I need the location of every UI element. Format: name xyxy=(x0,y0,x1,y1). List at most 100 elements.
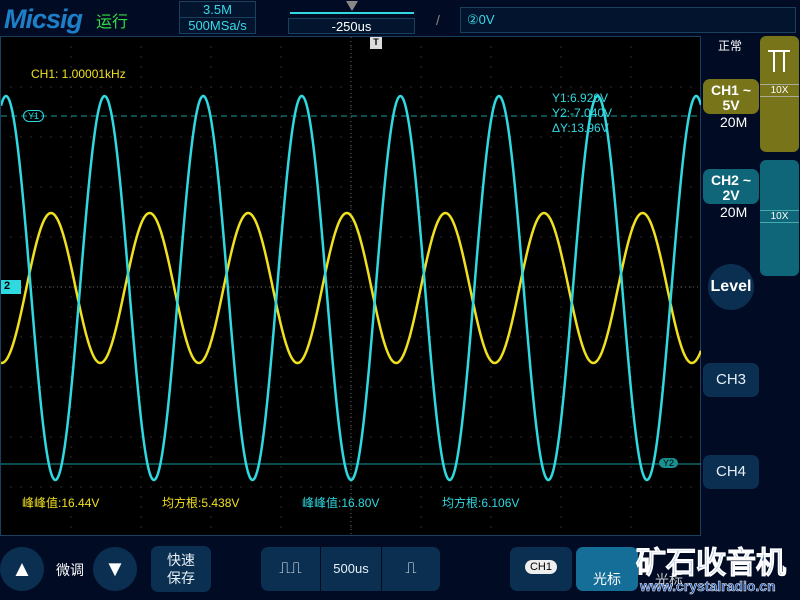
grid-dot xyxy=(190,436,192,438)
memory-depth[interactable]: 3.5M xyxy=(179,1,256,18)
grid-dot xyxy=(440,436,442,438)
grid-dot xyxy=(680,336,682,338)
grid-dot xyxy=(280,386,282,388)
fine-up-button[interactable]: ▲ xyxy=(0,547,44,591)
grid-dot xyxy=(210,426,212,428)
grid-dot xyxy=(350,386,352,388)
grid-dot xyxy=(220,436,222,438)
grid-dot xyxy=(100,236,102,238)
grid-dot xyxy=(330,86,332,88)
grid-dot xyxy=(250,136,252,138)
fine-down-button[interactable]: ▼ xyxy=(93,547,137,591)
ch1-button[interactable]: CH1 ~5V xyxy=(703,79,759,114)
grid-dot xyxy=(670,136,672,138)
grid-dot xyxy=(190,136,192,138)
channel-select-button[interactable]: CH1 xyxy=(510,547,572,591)
grid-dot xyxy=(390,236,392,238)
grid-dot xyxy=(420,326,422,328)
grid-dot xyxy=(200,486,202,488)
trigger-position-marker[interactable] xyxy=(346,1,358,11)
grid-dot xyxy=(420,76,422,78)
rising-edge-icon[interactable]: / xyxy=(436,12,440,28)
grid-dot xyxy=(600,86,602,88)
trigger-info[interactable]: ②0V xyxy=(460,7,796,33)
ch1-probe-panel[interactable]: 10X xyxy=(760,36,799,152)
grid-dot xyxy=(80,336,82,338)
timebase-decrease-button[interactable]: ⎍⎍ xyxy=(261,547,320,591)
grid-dot xyxy=(630,506,632,508)
grid-dot xyxy=(630,206,632,208)
grid-dot xyxy=(370,186,372,188)
timebase-increase-button[interactable]: ⎍ xyxy=(382,547,440,591)
ch4-button[interactable]: CH4 xyxy=(703,455,759,489)
grid-dot xyxy=(370,486,372,488)
cursor-readout: Y1:6.920V Y2:-7.040V ΔY:13.96V xyxy=(552,91,612,136)
acquire-mode[interactable]: 正常 xyxy=(718,37,742,54)
grid-dot xyxy=(210,226,212,228)
grid-dot xyxy=(560,506,562,508)
grid-dot xyxy=(280,136,282,138)
grid-dot xyxy=(140,316,142,318)
run-state[interactable]: 运行 xyxy=(96,8,128,32)
grid-dot xyxy=(450,286,452,288)
timebase-value[interactable]: 500us xyxy=(321,547,381,591)
grid-dot xyxy=(570,86,572,88)
grid-dot xyxy=(600,386,602,388)
grid-dot xyxy=(210,206,212,208)
grid-dot xyxy=(390,186,392,188)
grid-dot xyxy=(430,286,432,288)
grid-dot xyxy=(240,86,242,88)
grid-dot xyxy=(20,136,22,138)
grid-dot xyxy=(140,76,142,78)
grid-dot xyxy=(10,486,12,488)
cursor-y2-label[interactable]: Y2 xyxy=(659,458,679,468)
grid-dot xyxy=(170,236,172,238)
ch2-bandwidth[interactable]: 20M xyxy=(720,204,747,220)
grid-dot xyxy=(640,136,642,138)
grid-dot xyxy=(620,336,622,338)
grid-dot xyxy=(600,136,602,138)
ch1-frequency: CH1: 1.00001kHz xyxy=(31,67,126,81)
grid-dot xyxy=(70,176,72,178)
grid-dot xyxy=(70,516,72,518)
grid-dot xyxy=(470,86,472,88)
grid-dot xyxy=(520,336,522,338)
cursor-button[interactable]: 光标 xyxy=(576,547,638,591)
grid-dot xyxy=(480,236,482,238)
waveform-display[interactable]: CH1: 1.00001kHz T 2 Y1 Y2 Y1:6.920V Y2:-… xyxy=(0,36,703,537)
level-knob[interactable]: Level xyxy=(708,264,754,310)
grid-dot xyxy=(420,426,422,428)
grid-dot xyxy=(250,336,252,338)
grid-dot xyxy=(10,136,12,138)
trigger-position[interactable]: -250us xyxy=(288,18,415,34)
grid-dot xyxy=(630,466,632,468)
grid-dot xyxy=(420,56,422,58)
grid-dot xyxy=(350,286,352,288)
grid-dot xyxy=(430,486,432,488)
memory-position-bar[interactable] xyxy=(290,12,414,14)
grid-dot xyxy=(210,306,212,308)
grid-dot xyxy=(130,286,132,288)
ch3-button[interactable]: CH3 xyxy=(703,363,759,397)
ch2-button[interactable]: CH2 ~2V xyxy=(703,169,759,204)
ch1-bandwidth[interactable]: 20M xyxy=(720,114,747,130)
grid-dot xyxy=(220,236,222,238)
grid-dot xyxy=(420,266,422,268)
grid-dot xyxy=(320,486,322,488)
grid-dot xyxy=(210,246,212,248)
grid-dot xyxy=(420,526,422,528)
grid-dot xyxy=(140,456,142,458)
grid-dot xyxy=(60,236,62,238)
cursor-y1-label[interactable]: Y1 xyxy=(23,110,45,122)
sample-rate[interactable]: 500MSa/s xyxy=(179,17,256,34)
grid-dot xyxy=(110,436,112,438)
grid-dot xyxy=(300,436,302,438)
trigger-marker[interactable]: T xyxy=(370,37,382,49)
grid-dot xyxy=(90,236,92,238)
ch2-probe-panel[interactable]: 10X xyxy=(760,160,799,276)
grid-dot xyxy=(70,106,72,108)
grid-dot xyxy=(640,386,642,388)
ch2-marker[interactable]: 2 xyxy=(1,280,21,294)
quick-save-button[interactable]: 快速 保存 xyxy=(151,546,211,592)
grid-dot xyxy=(580,436,582,438)
